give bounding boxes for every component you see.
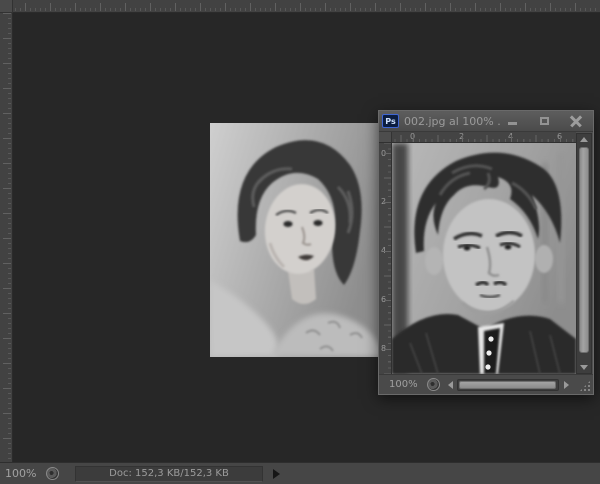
vertical-scroll-track[interactable]: [579, 146, 589, 361]
close-icon: [570, 115, 582, 127]
main-vertical-ruler[interactable]: [0, 13, 13, 462]
document-status-bar: 100%: [379, 374, 593, 394]
man-portrait-art: [392, 143, 576, 374]
status-clock-icon[interactable]: [46, 467, 59, 480]
minimize-icon: [508, 122, 517, 125]
ruler-label: 8: [381, 344, 386, 353]
scroll-left-button[interactable]: [448, 381, 453, 389]
ruler-label: 4: [381, 246, 386, 255]
ruler-label: 0: [381, 149, 386, 158]
horizontal-scroll-thumb[interactable]: [459, 381, 556, 389]
scroll-right-button[interactable]: [564, 381, 569, 389]
document-window-002jpg: Ps 002.jpg al 100% ... 0 2 4 6 0 2 4 6 8: [378, 110, 594, 395]
photoshop-app-icon[interactable]: Ps: [382, 114, 399, 128]
status-menu-arrow[interactable]: [273, 469, 280, 479]
photoshop-workspace: Ps 002.jpg al 100% ... 0 2 4 6 0 2 4 6 8: [0, 0, 600, 484]
document-image-man-portrait[interactable]: [392, 143, 576, 374]
document-window-title: 002.jpg al 100% ...: [404, 115, 501, 128]
main-zoom-field[interactable]: 100%: [5, 467, 43, 480]
ruler-label: 2: [459, 132, 464, 141]
document-ruler-corner[interactable]: [379, 132, 392, 143]
close-button[interactable]: [565, 114, 587, 129]
ruler-label: 6: [557, 132, 562, 141]
window-controls: [501, 114, 587, 129]
vertical-scroll-thumb[interactable]: [579, 147, 589, 353]
document-horizontal-ruler[interactable]: 0 2 4 6: [392, 132, 576, 143]
status-clock-icon[interactable]: [427, 378, 440, 391]
ruler-label: 4: [508, 132, 513, 141]
document-vertical-ruler[interactable]: 0 2 4 6 8: [379, 143, 392, 374]
maximize-button[interactable]: [533, 114, 555, 129]
main-status-bar: 100% Doc: 152,3 KB/152,3 KB: [0, 462, 600, 484]
arrow-down-icon: [580, 365, 588, 370]
doc-info-field[interactable]: Doc: 152,3 KB/152,3 KB: [75, 466, 263, 482]
maximize-icon: [540, 117, 549, 125]
arrow-up-icon: [580, 137, 588, 142]
horizontal-scroll-track[interactable]: [457, 379, 559, 391]
scroll-up-button[interactable]: [577, 134, 591, 145]
main-ruler-corner[interactable]: [0, 0, 13, 13]
main-horizontal-ruler[interactable]: [0, 0, 600, 13]
document-image-woman-portrait[interactable]: [210, 123, 382, 357]
ruler-label: 6: [381, 295, 386, 304]
scroll-down-button[interactable]: [577, 362, 591, 373]
minimize-button[interactable]: [501, 114, 523, 129]
window-resize-grip[interactable]: [578, 379, 592, 393]
doc-size-text: Doc: 152,3 KB/152,3 KB: [109, 468, 229, 479]
ruler-label: 2: [381, 197, 386, 206]
document-window-titlebar[interactable]: Ps 002.jpg al 100% ...: [379, 111, 593, 132]
ruler-label: 0: [410, 132, 415, 141]
vertical-scrollbar[interactable]: [576, 133, 592, 374]
document-zoom-field[interactable]: 100%: [389, 379, 423, 390]
woman-portrait-art: [210, 123, 382, 357]
